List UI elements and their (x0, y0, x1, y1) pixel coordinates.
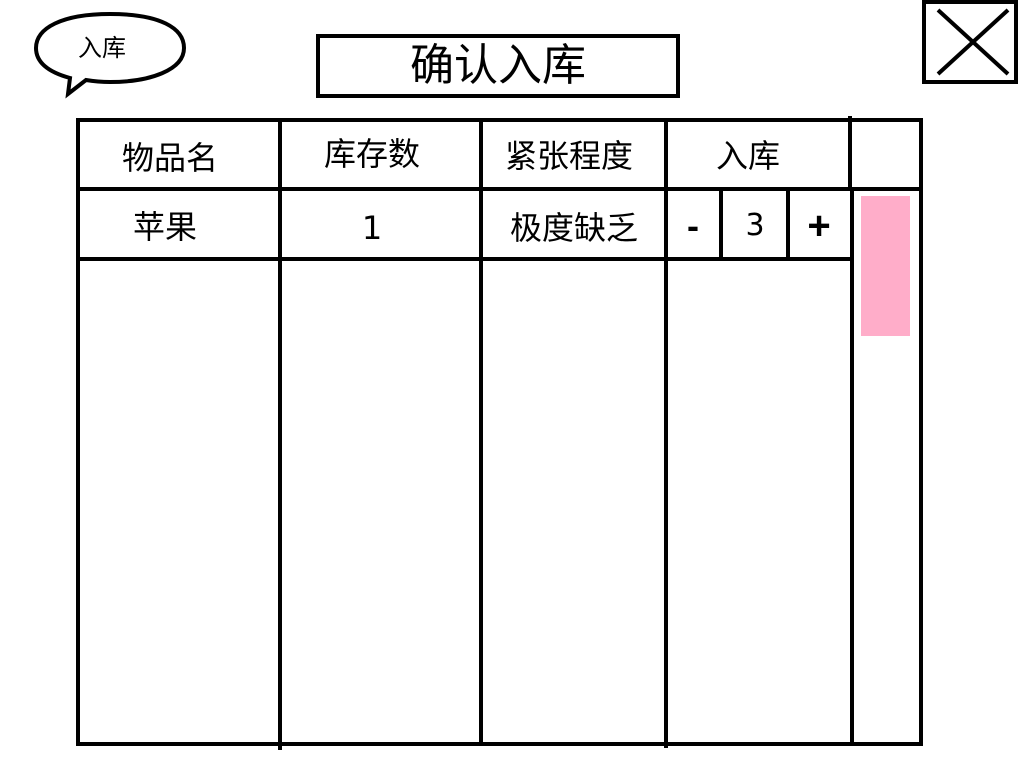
decrease-quantity-button[interactable]: - (670, 204, 716, 248)
urgency-cell: 极度缺乏 (509, 209, 638, 247)
bubble-label: 入库 (78, 34, 126, 62)
stock-count-cell: 1 (361, 209, 383, 247)
column-header-stock-in: 入库 (715, 137, 780, 175)
column-header-item-name: 物品名 (121, 139, 218, 177)
close-button[interactable] (922, 0, 1018, 84)
scrollbar-thumb[interactable] (861, 196, 910, 336)
increase-quantity-button[interactable]: + (792, 204, 846, 248)
inventory-table-grid (76, 116, 923, 750)
item-name-cell: 苹果 (132, 208, 197, 246)
column-header-urgency: 紧张程度 (504, 137, 633, 175)
close-icon (922, 0, 1018, 84)
column-header-stock: 库存数 (323, 135, 420, 173)
confirm-stock-in-button[interactable]: 确认入库 (316, 34, 680, 98)
quantity-value[interactable]: 3 (724, 206, 786, 246)
speech-bubble: 入库 (0, 0, 200, 110)
